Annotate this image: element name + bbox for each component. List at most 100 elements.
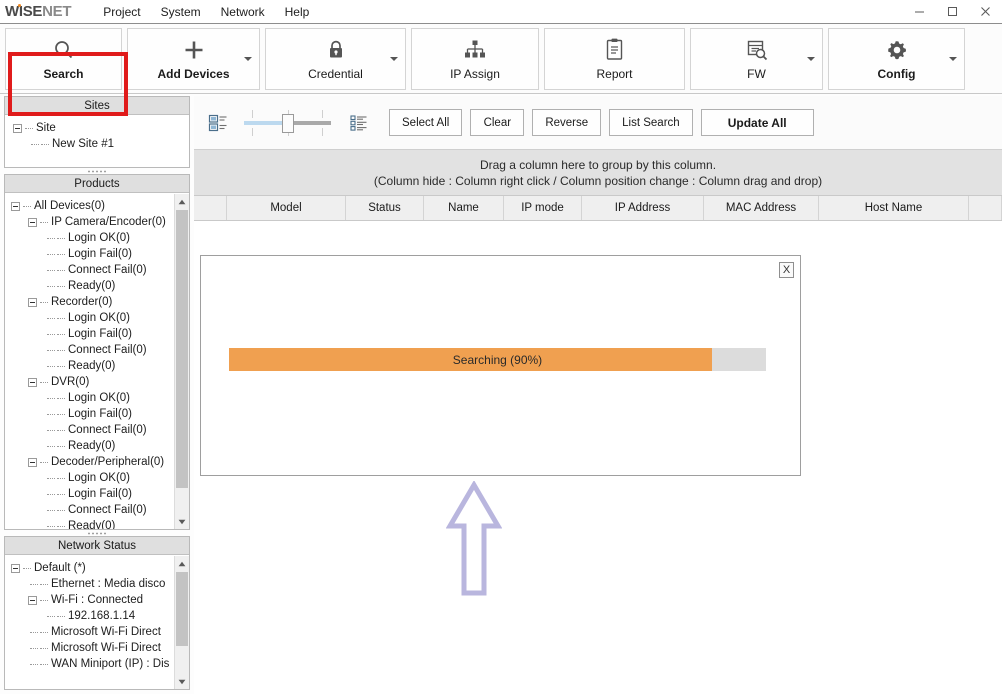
tree-item-ready-0[interactable]: Ready(0): [5, 438, 189, 454]
tree-item-login-ok-0[interactable]: Login OK(0): [5, 470, 189, 486]
tree-item-new-site-1[interactable]: New Site #1: [5, 136, 189, 152]
tree-item-ready-0[interactable]: Ready(0): [5, 518, 189, 529]
tree-item-login-ok-0[interactable]: Login OK(0): [5, 230, 189, 246]
menu-item-network[interactable]: Network: [211, 1, 275, 23]
tree-item-login-fail-0[interactable]: Login Fail(0): [5, 406, 189, 422]
slider-thumb[interactable]: [282, 113, 294, 133]
tree-item-dvr-0[interactable]: DVR(0): [5, 374, 189, 390]
tree-item-site[interactable]: Site: [5, 120, 189, 136]
maximize-button[interactable]: [936, 0, 969, 23]
column-header-ip-mode[interactable]: IP mode: [504, 196, 582, 220]
tree-item-192-168-1-14[interactable]: 192.168.1.14: [5, 608, 189, 624]
scrollbar-thumb[interactable]: [176, 210, 188, 488]
tree-item-login-fail-0[interactable]: Login Fail(0): [5, 326, 189, 342]
tree-item-recorder-0[interactable]: Recorder(0): [5, 294, 189, 310]
tree-connector: [57, 509, 65, 511]
menu-item-help[interactable]: Help: [275, 1, 320, 23]
chevron-down-icon[interactable]: [807, 56, 815, 61]
tree-item-label: Login Fail(0): [68, 248, 132, 260]
network-status-scrollbar[interactable]: [174, 556, 189, 689]
collapse-icon[interactable]: [28, 297, 37, 307]
tree-item-ethernet-media-disco[interactable]: Ethernet : Media disco: [5, 576, 189, 592]
scroll-down-icon[interactable]: [175, 514, 189, 529]
list-search-button[interactable]: List Search: [609, 109, 693, 136]
tree-item-wan-miniport-ip-dis[interactable]: WAN Miniport (IP) : Dis: [5, 656, 189, 672]
sites-tree: Site New Site #1: [5, 116, 189, 152]
column-header-ip-address[interactable]: IP Address: [582, 196, 704, 220]
collapse-icon[interactable]: [11, 201, 20, 211]
collapse-icon[interactable]: [28, 377, 37, 387]
tree-item-default[interactable]: Default (*): [5, 560, 189, 576]
report-button[interactable]: Report: [544, 27, 685, 90]
scrollbar-thumb[interactable]: [176, 572, 188, 646]
tree-connector: [47, 253, 55, 255]
detail-view-icon[interactable]: [208, 113, 228, 133]
tree-item-connect-fail-0[interactable]: Connect Fail(0): [5, 422, 189, 438]
config-button[interactable]: Config: [828, 27, 965, 90]
tree-item-label: Microsoft Wi-Fi Direct: [51, 626, 161, 638]
chevron-down-icon[interactable]: [390, 56, 398, 61]
collapse-icon[interactable]: [28, 595, 37, 605]
tree-item-connect-fail-0[interactable]: Connect Fail(0): [5, 262, 189, 278]
scroll-up-icon[interactable]: [175, 194, 189, 209]
collapse-icon[interactable]: [13, 123, 22, 133]
column-header-status[interactable]: Status: [346, 196, 424, 220]
tree-item-label: WAN Miniport (IP) : Dis: [51, 658, 170, 670]
tree-item-connect-fail-0[interactable]: Connect Fail(0): [5, 342, 189, 358]
collapse-icon[interactable]: [28, 457, 37, 467]
wisenet-logo: WISENET: [5, 3, 72, 20]
tree-item-wi-fi-connected[interactable]: Wi-Fi : Connected: [5, 592, 189, 608]
clear-button[interactable]: Clear: [470, 109, 525, 136]
tree-connector: [30, 647, 38, 649]
network-status-panel-title: Network Status: [5, 537, 189, 555]
firmware-icon: [746, 37, 768, 63]
column-header-host-name[interactable]: Host Name: [819, 196, 969, 220]
tree-item-ip-camera-encoder-0[interactable]: IP Camera/Encoder(0): [5, 214, 189, 230]
select-all-button[interactable]: Select All: [389, 109, 463, 136]
credential-button[interactable]: Credential: [265, 27, 406, 90]
add-devices-button[interactable]: Add Devices: [127, 27, 260, 90]
close-button[interactable]: [969, 0, 1002, 23]
tree-item-login-fail-0[interactable]: Login Fail(0): [5, 486, 189, 502]
tree-item-label: Ethernet : Media disco: [51, 578, 166, 590]
reverse-button[interactable]: Reverse: [532, 109, 602, 136]
tree-item-microsoft-wi-fi-direct[interactable]: Microsoft Wi-Fi Direct: [5, 624, 189, 640]
tree-connector: [47, 429, 55, 431]
tree-connector: [40, 663, 48, 665]
scroll-down-icon[interactable]: [175, 674, 189, 689]
tree-item-login-ok-0[interactable]: Login OK(0): [5, 390, 189, 406]
ip-assign-button[interactable]: IP Assign: [411, 27, 539, 90]
collapse-icon[interactable]: [11, 563, 20, 573]
tree-item-login-ok-0[interactable]: Login OK(0): [5, 310, 189, 326]
collapse-icon[interactable]: [28, 217, 37, 227]
dialog-close-button[interactable]: X: [779, 262, 794, 278]
tree-item-ready-0[interactable]: Ready(0): [5, 278, 189, 294]
menu-item-project[interactable]: Project: [93, 1, 150, 23]
list-view-icon[interactable]: [349, 113, 369, 133]
column-header-name[interactable]: Name: [424, 196, 504, 220]
column-header-model[interactable]: Model: [227, 196, 346, 220]
chevron-down-icon[interactable]: [949, 56, 957, 61]
products-scrollbar[interactable]: [174, 194, 189, 529]
tree-item-connect-fail-0[interactable]: Connect Fail(0): [5, 502, 189, 518]
clipboard-icon: [605, 37, 624, 63]
tree-item-decoder-peripheral-0[interactable]: Decoder/Peripheral(0): [5, 454, 189, 470]
column-header-mac-address[interactable]: MAC Address: [704, 196, 819, 220]
search-button[interactable]: Search: [5, 27, 122, 90]
sites-panel-body: Site New Site #1: [5, 116, 189, 167]
minimize-button[interactable]: [903, 0, 936, 23]
tree-item-microsoft-wi-fi-direct[interactable]: Microsoft Wi-Fi Direct: [5, 640, 189, 656]
tree-item-label: Connect Fail(0): [68, 424, 147, 436]
fw-button[interactable]: FW: [690, 27, 823, 90]
tree-item-login-fail-0[interactable]: Login Fail(0): [5, 246, 189, 262]
tree-item-ready-0[interactable]: Ready(0): [5, 358, 189, 374]
chevron-down-icon[interactable]: [244, 56, 252, 61]
scroll-up-icon[interactable]: [175, 556, 189, 571]
tree-item-label: DVR(0): [51, 376, 90, 388]
logo-text-primary: WISE: [5, 3, 43, 20]
view-size-slider[interactable]: [240, 108, 335, 138]
update-all-button[interactable]: Update All: [700, 109, 814, 136]
group-by-drop-area[interactable]: Drag a column here to group by this colu…: [194, 149, 1002, 195]
menu-item-system[interactable]: System: [151, 1, 211, 23]
tree-item-all-devices-0[interactable]: All Devices(0): [5, 198, 189, 214]
